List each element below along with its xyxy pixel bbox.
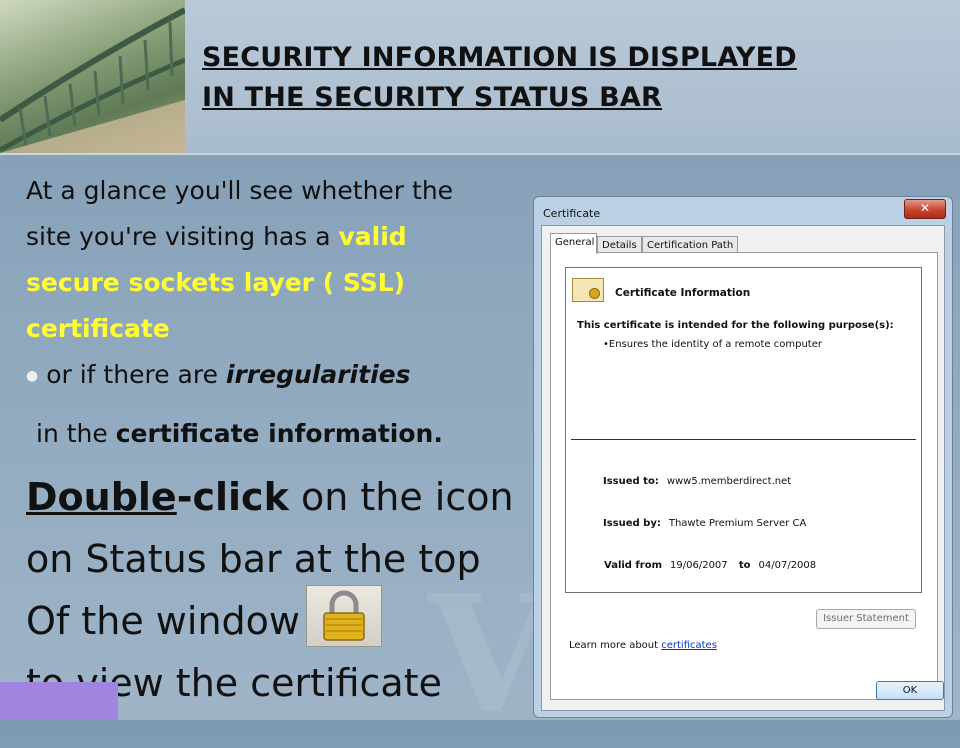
issuer-statement-button[interactable]: Issuer Statement (816, 609, 916, 629)
paragraph-line-2-text: site you're visiting has a (26, 222, 339, 251)
certificate-info-bold: certificate information. (115, 419, 443, 448)
issued-by-label: Issued by: (603, 518, 661, 529)
certificate-icon (572, 278, 604, 302)
separator (571, 439, 916, 440)
dialog-body: General Details Certification Path Certi… (541, 225, 945, 711)
highlight-valid: valid (338, 222, 407, 251)
bridge-photo (0, 0, 185, 153)
bullet-emphasis: irregularities (225, 360, 411, 389)
purpose-heading: This certificate is intended for the fol… (577, 320, 894, 331)
bullet-dot-icon: ● (26, 368, 39, 384)
dialog-title: Certificate (543, 207, 601, 220)
highlight-ssl: secure sockets layer ( SSL) (26, 268, 406, 297)
purpose-item-text: Ensures the identity of a remote compute… (608, 339, 822, 350)
validity-row: Valid from 19/06/2007 to 04/07/2008 (604, 560, 816, 571)
tab-details[interactable]: Details (597, 236, 642, 253)
purpose-item: •Ensures the identity of a remote comput… (603, 339, 822, 350)
general-tab-panel: Certificate Information This certificate… (550, 252, 938, 700)
certificate-dialog: Certificate ✕ General Details Certificat… (533, 196, 953, 718)
slide-body-text: At a glance you'll see whether the site … (26, 168, 526, 457)
issued-to-label: Issued to: (603, 476, 659, 487)
ok-button[interactable]: OK (876, 681, 944, 700)
instruction-click: -click (176, 475, 289, 519)
valid-to-label: to (738, 560, 751, 571)
issued-to-value: www5.memberdirect.net (666, 476, 792, 487)
valid-from-value: 19/06/2007 (670, 560, 728, 571)
instruction-line-1-rest: on the icon (288, 475, 514, 519)
paragraph-line-2: site you're visiting has a valid (26, 214, 526, 260)
slide-title-line-1: SECURITY INFORMATION IS DISPLAYED (202, 42, 797, 73)
certificate-info-line: in the certificate information. (36, 411, 526, 457)
padlock-icon (306, 585, 382, 647)
valid-from-label: Valid from (604, 560, 663, 571)
slide-header: SECURITY INFORMATION IS DISPLAYED IN THE… (0, 0, 960, 155)
learn-more-text: Learn more about (569, 640, 662, 651)
bridge-railing-graphic (0, 7, 185, 153)
paragraph-line-1: At a glance you'll see whether the (26, 168, 526, 214)
bullet-item: ● or if there are irregularities (26, 352, 526, 399)
corner-accent (0, 682, 118, 720)
instruction-text: Double-click on the icon on Status bar a… (26, 466, 536, 714)
padlock-graphic (323, 590, 365, 641)
learn-more-line: Learn more about certificates (569, 640, 717, 651)
instruction-line-1: Double-click on the icon (26, 466, 536, 528)
instruction-line-2: on Status bar at the top (26, 537, 481, 581)
issued-to-row: Issued to: www5.memberdirect.net (603, 476, 791, 487)
highlight-certificate: certificate (26, 314, 170, 343)
issued-by-value: Thawte Premium Server CA (668, 518, 807, 529)
issued-by-row: Issued by: Thawte Premium Server CA (603, 518, 806, 529)
valid-to-value: 04/07/2008 (758, 560, 817, 571)
paragraph-line-1-text: At a glance you'll see whether the (26, 176, 454, 205)
certificate-info-title: Certificate Information (615, 287, 751, 299)
tab-general[interactable]: General (550, 233, 597, 254)
close-icon[interactable]: ✕ (904, 199, 946, 219)
certificate-info-box: Certificate Information This certificate… (565, 267, 922, 593)
instruction-double: Double (26, 475, 177, 519)
slide-title: SECURITY INFORMATION IS DISPLAYED IN THE… (202, 38, 942, 118)
tab-certification-path[interactable]: Certification Path (642, 236, 738, 253)
instruction-line-3: Of the window (26, 599, 300, 643)
certificate-info-plain: in the (36, 419, 116, 448)
bullet-text: or if there are (46, 360, 226, 389)
certificates-link[interactable]: certificates (661, 640, 717, 651)
slide-title-line-2: IN THE SECURITY STATUS BAR (202, 82, 662, 113)
